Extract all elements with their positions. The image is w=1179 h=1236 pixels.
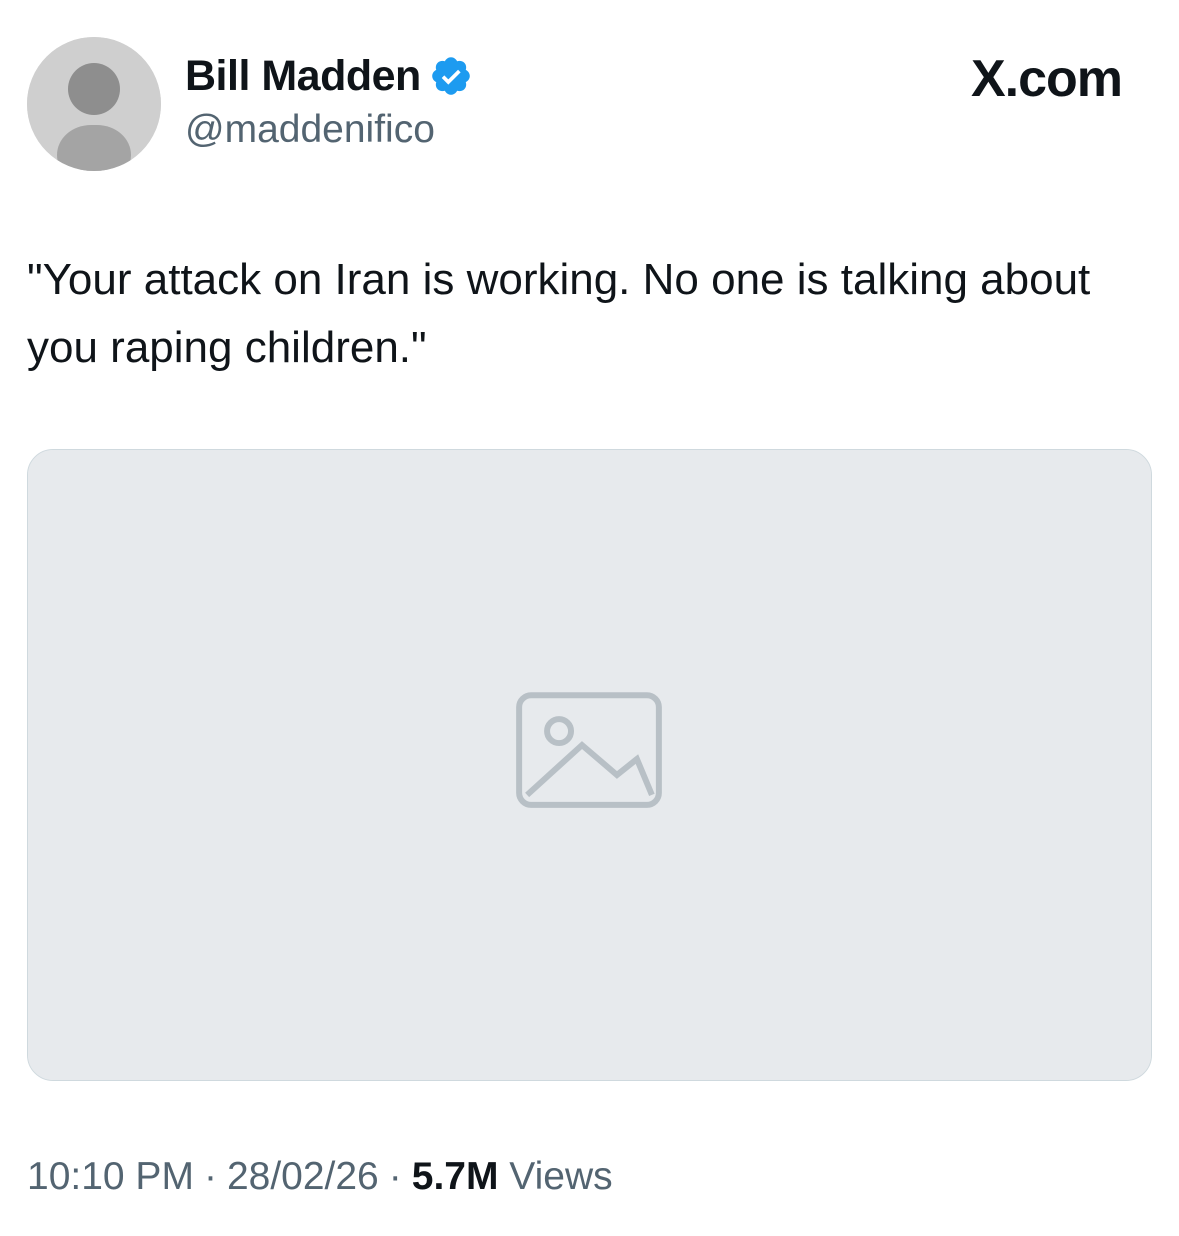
tweet-card: Bill Madden @maddenifico X.com "Your att… [0, 0, 1179, 1236]
author-name-row: Bill Madden [185, 50, 473, 102]
views-count[interactable]: 5.7M [412, 1155, 499, 1198]
tweet-date[interactable]: 28/02/26 [227, 1155, 379, 1198]
avatar-image [27, 37, 161, 171]
photo-placeholder [28, 450, 1151, 1080]
author-avatar[interactable] [27, 37, 161, 171]
tweet-text: "Your attack on Iran is working. No one … [27, 255, 1091, 372]
author-display-name[interactable]: Bill Madden [185, 50, 421, 102]
tweet-photo[interactable] [27, 449, 1152, 1081]
meta-separator: · [203, 1155, 217, 1198]
site-label: X.com [970, 50, 1123, 108]
author-block: Bill Madden @maddenifico [185, 50, 473, 154]
tweet-time[interactable]: 10:10 PM [27, 1155, 194, 1198]
meta-separator: · [388, 1155, 402, 1198]
tweet-meta: 10:10 PM · 28/02/26 · 5.7M Views [27, 1151, 613, 1203]
author-handle[interactable]: @maddenifico [185, 106, 473, 154]
views-label: Views [509, 1155, 613, 1198]
verified-badge-icon [429, 54, 473, 98]
